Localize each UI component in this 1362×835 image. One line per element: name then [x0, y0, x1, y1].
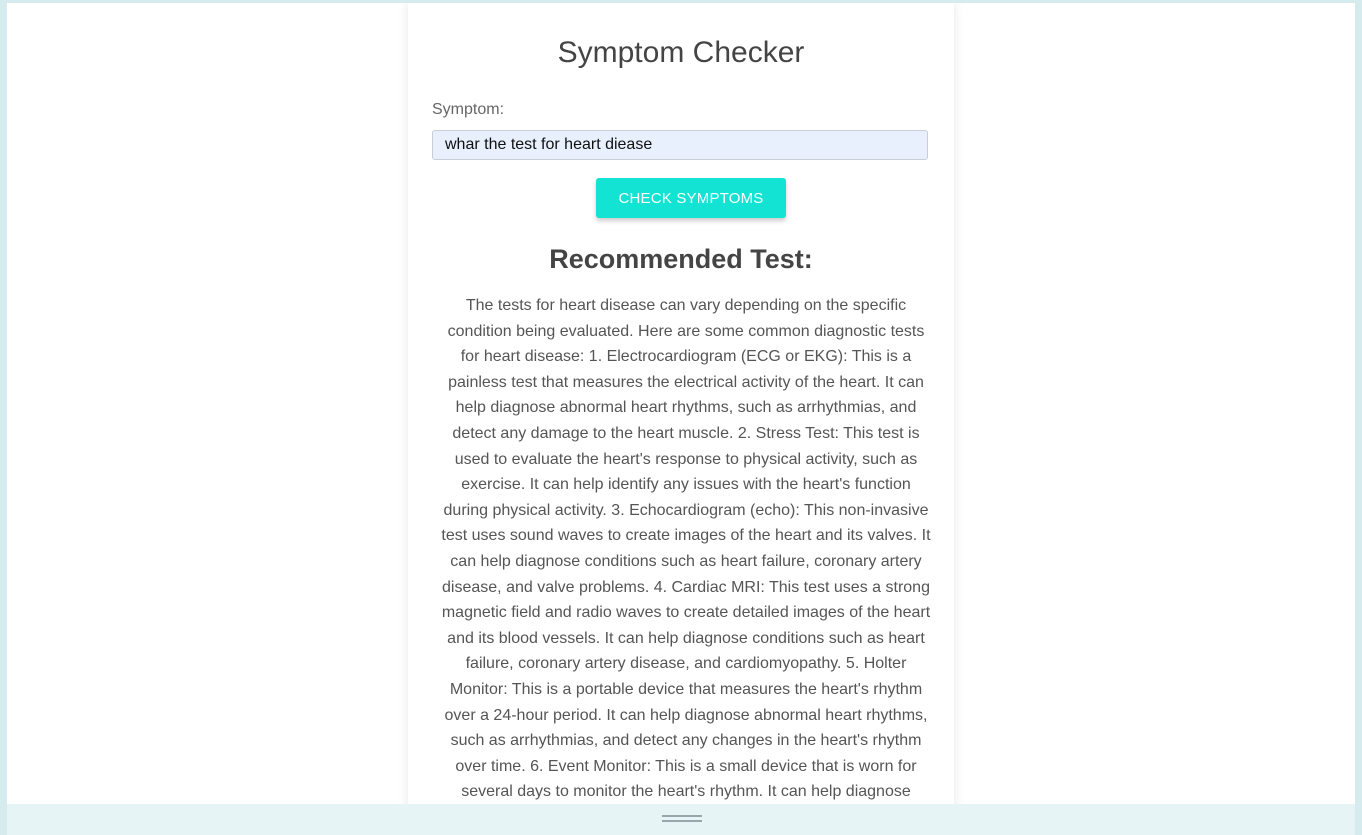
drag-handle-icon[interactable] — [662, 815, 702, 825]
bottom-panel-bar — [7, 804, 1355, 835]
symptom-input[interactable] — [432, 130, 928, 160]
recommended-test-text: The tests for heart disease can vary dep… — [441, 297, 931, 801]
recommended-test-heading: Recommended Test: — [549, 244, 813, 274]
symptom-checker-card: Symptom Checker Symptom: CHECK SYMPTOMS … — [408, 3, 954, 804]
check-symptoms-button[interactable]: CHECK SYMPTOMS — [596, 178, 786, 218]
page-title: Symptom Checker — [557, 36, 805, 69]
page-viewport: Symptom Checker Symptom: CHECK SYMPTOMS … — [7, 3, 1355, 804]
symptom-label: Symptom: — [432, 101, 505, 118]
